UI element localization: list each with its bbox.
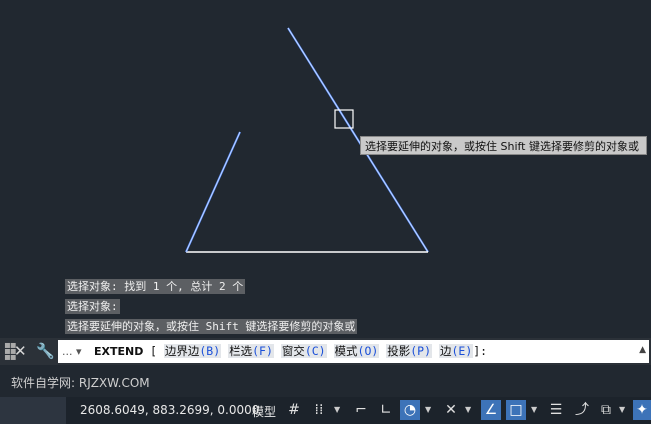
annotation-monitor-icon[interactable]: ✦ [633, 400, 651, 420]
command-input[interactable]: ... ▾ EXTEND [ 边界边(B) 栏选(F) 窗交(C) 模式(O) … [58, 340, 649, 363]
history-line-3: 选择要延伸的对象，或按住 Shift 键选择要修剪的对象或 [65, 319, 358, 334]
option-boundary-edges[interactable]: 边界边(B) [163, 344, 222, 358]
snap-dropdown-icon[interactable]: ▼ [334, 400, 340, 420]
prefix-dots: ... [62, 345, 73, 358]
option-key: (B) [199, 344, 221, 358]
option-label: 窗交 [281, 344, 305, 358]
isometric-dropdown-icon[interactable]: ▼ [465, 400, 471, 420]
close-bracket: ]: [473, 344, 488, 358]
command-line: ▪▪ ▪▪ ▪▪ ✕ 🔧 ... ▾ EXTEND [ 边界边(B) 栏选(F) 窗… [0, 338, 651, 365]
option-mode[interactable]: 模式(O) [333, 344, 380, 358]
option-label: 模式 [334, 344, 358, 358]
option-key: (C) [304, 344, 326, 358]
history-line-2: 选择对象: [65, 299, 120, 314]
option-label: 边界边 [164, 344, 200, 358]
command-name: EXTEND [94, 345, 144, 358]
option-key: (O) [357, 344, 379, 358]
watermark-text: 软件自学网: RJZXW.COM [11, 376, 150, 390]
polar-dropdown-icon[interactable]: ▼ [425, 400, 431, 420]
transparency-icon[interactable]: ⤴ [572, 400, 592, 420]
history-line-1: 选择对象: 找到 1 个, 总计 2 个 [65, 279, 246, 294]
coordinates-display[interactable]: 2608.6049, 883.2699, 0.0000 [80, 403, 259, 417]
layout-tabs-area[interactable] [0, 397, 66, 424]
selection-dropdown-icon[interactable]: ▼ [619, 400, 625, 420]
option-crossing[interactable]: 窗交(C) [280, 344, 327, 358]
isometric-drafting-icon[interactable]: ✕ [441, 400, 461, 420]
drawing-canvas[interactable]: 选择要延伸的对象，或按住 Shift 键选择要修剪的对象或 选择对象: 找到 1… [0, 0, 651, 338]
snap-mode-icon[interactable]: ⁞⁞ [309, 400, 329, 420]
option-project[interactable]: 投影(P) [386, 344, 433, 358]
watermark-bar: 软件自学网: RJZXW.COM [0, 365, 651, 397]
object-snap-icon[interactable]: □ [506, 400, 526, 420]
object-snap-tracking-icon[interactable]: ∠ [481, 400, 501, 420]
option-label: 边 [439, 344, 452, 358]
recent-commands-arrow-icon[interactable]: ▲ [639, 339, 646, 362]
open-bracket: [ [150, 344, 157, 358]
lineweight-icon[interactable]: ☰ [546, 400, 566, 420]
option-edge[interactable]: 边(E) [438, 344, 474, 358]
close-icon[interactable]: ✕ [14, 342, 27, 360]
option-key: (F) [252, 344, 273, 358]
wrench-customize-icon[interactable]: 🔧 [36, 342, 55, 360]
command-options: [ 边界边(B) 栏选(F) 窗交(C) 模式(O) 投影(P) 边(E)]: [150, 340, 487, 363]
selected-line-left-highlight [185, 131, 241, 253]
model-space-button[interactable]: 模型 [252, 403, 276, 420]
grid-icon[interactable]: # [284, 400, 304, 420]
option-label: 栏选 [229, 344, 253, 358]
infer-constraints-icon[interactable]: ⌐ [351, 400, 371, 420]
polar-tracking-icon[interactable]: ◔ [400, 400, 420, 420]
option-key: (P) [410, 344, 432, 358]
option-key: (E) [451, 344, 473, 358]
command-history-dropdown[interactable]: ... ▾ [62, 340, 82, 363]
selection-cycling-icon[interactable]: ⧉ [596, 400, 616, 420]
drag-grip-icon[interactable]: ▪▪ ▪▪ ▪▪ [4, 341, 17, 363]
status-bar: 2608.6049, 883.2699, 0.0000 模型 # ⁞⁞ ▼ ⌐ … [0, 397, 651, 424]
cursor-tooltip: 选择要延伸的对象，或按住 Shift 键选择要修剪的对象或 [360, 136, 647, 155]
option-fence[interactable]: 栏选(F) [228, 344, 274, 358]
ortho-mode-icon[interactable]: ∟ [376, 400, 396, 420]
option-label: 投影 [387, 344, 411, 358]
osnap-dropdown-icon[interactable]: ▼ [531, 400, 537, 420]
